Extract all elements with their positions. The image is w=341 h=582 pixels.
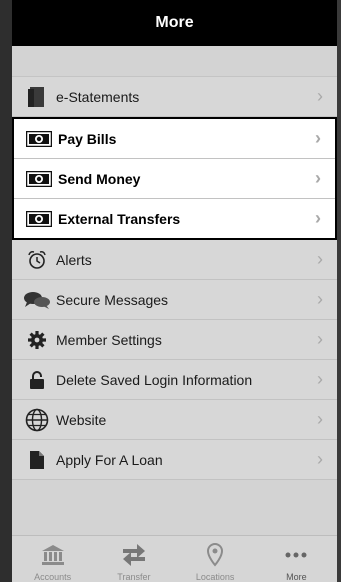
highlighted-group: Pay Bills › Send Money › External Transf… [12,117,337,240]
menu-item-alerts[interactable]: Alerts › [12,240,337,280]
menu-item-e-statements[interactable]: e-Statements › [12,77,337,117]
menu-item-apply-for-loan[interactable]: Apply For A Loan › [12,440,337,480]
tab-transfer[interactable]: Transfer [93,536,174,582]
menu-item-label: Member Settings [56,331,162,348]
menu-item-website[interactable]: Website › [12,400,337,440]
alarm-clock-icon [24,248,50,272]
chevron-right-icon: › [317,329,323,349]
tab-accounts[interactable]: Accounts [12,536,93,582]
gear-icon [24,328,50,352]
cash-icon [26,167,52,191]
menu-item-label: e-Statements [56,88,140,105]
tab-label: Locations [195,572,235,582]
menu-item-label: Apply For A Loan [56,451,163,468]
menu-item-label: Alerts [56,251,92,268]
chevron-right-icon: › [317,409,323,429]
tab-label: More [286,572,307,582]
menu-item-delete-saved-login[interactable]: Delete Saved Login Information › [12,360,337,400]
menu-item-label: Delete Saved Login Information [56,371,253,388]
device-frame-left [0,0,12,582]
menu-item-send-money[interactable]: Send Money › [14,159,335,199]
chevron-right-icon: › [317,449,323,469]
menu-item-secure-messages[interactable]: Secure Messages › [12,280,337,320]
bank-icon [41,542,65,568]
chevron-right-icon: › [315,168,321,188]
tab-bar: Accounts Transfer Locations More [12,535,337,582]
tab-label: Accounts [34,572,72,582]
app-screen: More e-Statements › Pay Bills › Send Mon… [12,0,337,582]
tab-more[interactable]: More [256,536,337,582]
menu-item-label: External Transfers [58,210,181,227]
tab-label: Transfer [117,572,151,582]
chevron-right-icon: › [317,249,323,269]
menu-item-pay-bills[interactable]: Pay Bills › [14,119,335,159]
header-spacer [12,46,337,76]
chat-bubbles-icon [24,288,50,312]
chevron-right-icon: › [315,208,321,228]
phone-screen: More e-Statements › Pay Bills › Send Mon… [0,0,341,582]
chevron-right-icon: › [317,369,323,389]
document-icon [24,85,50,109]
page-title: More [155,14,194,31]
chevron-right-icon: › [315,128,321,148]
menu-item-label: Send Money [58,170,141,187]
menu-item-label: Pay Bills [58,130,117,147]
chevron-right-icon: › [317,289,323,309]
file-icon [24,448,50,472]
chevron-right-icon: › [317,86,323,106]
menu-item-label: Website [56,411,107,428]
more-menu: e-Statements › Pay Bills › Send Money › [12,76,337,480]
cash-icon [26,207,52,231]
tab-locations[interactable]: Locations [175,536,256,582]
cash-icon [26,127,52,151]
device-frame-right [337,0,341,582]
menu-item-member-settings[interactable]: Member Settings › [12,320,337,360]
menu-item-label: Secure Messages [56,291,169,308]
nav-bar: More [12,0,337,46]
lock-icon [24,368,50,392]
more-dots-icon [284,542,308,568]
globe-icon [24,408,50,432]
transfer-icon [121,542,147,568]
menu-item-external-transfers[interactable]: External Transfers › [14,199,335,238]
location-pin-icon [206,542,224,568]
